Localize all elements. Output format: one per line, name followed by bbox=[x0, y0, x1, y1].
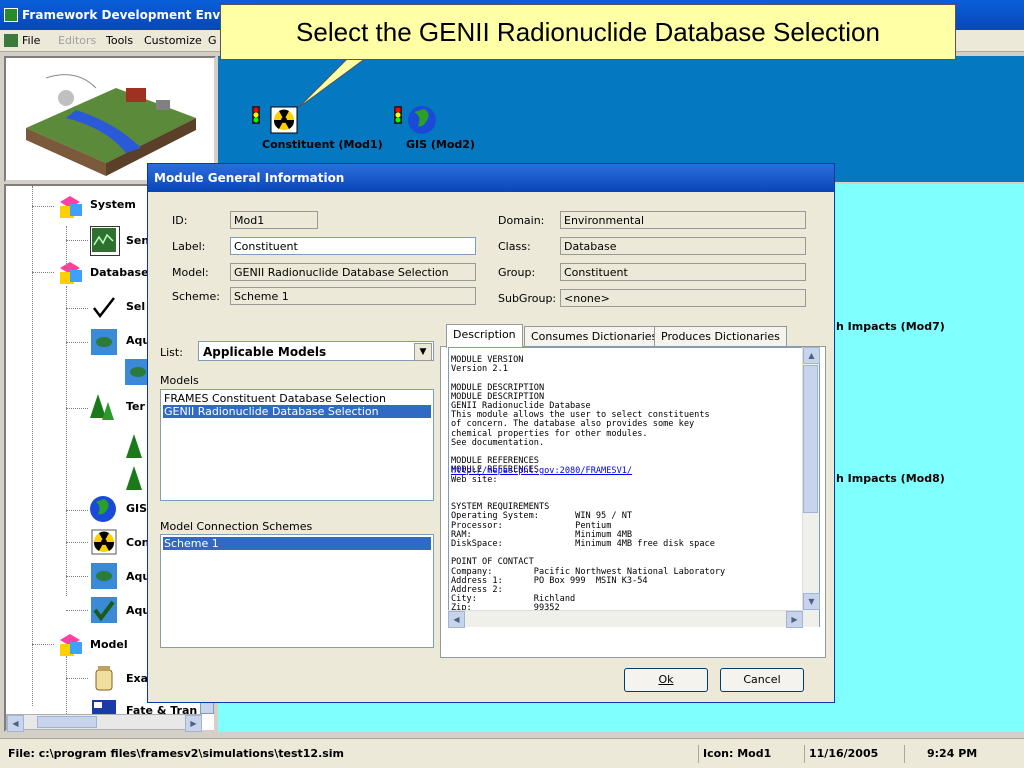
menu-app-icon bbox=[4, 34, 18, 47]
gis-module-globe-icon[interactable] bbox=[406, 104, 438, 136]
list-item-selected[interactable]: Scheme 1 bbox=[163, 537, 431, 550]
id-label: ID: bbox=[172, 214, 188, 227]
landscape-illustration-icon bbox=[26, 74, 196, 176]
sensitivity-chart-icon bbox=[90, 226, 120, 256]
model-group-icon bbox=[56, 630, 84, 658]
aquatic-check-icon bbox=[90, 596, 118, 624]
callout-text: Select the GENII Radionuclide Database S… bbox=[296, 17, 880, 47]
exposure-jar-icon bbox=[90, 664, 118, 692]
instruction-callout: Select the GENII Radionuclide Database S… bbox=[220, 4, 956, 60]
class-field: Database bbox=[560, 237, 806, 255]
model-field: GENII Radionuclide Database Selection bbox=[230, 263, 476, 281]
aquatic-fish-icon bbox=[90, 328, 118, 356]
module-label-mod7[interactable]: h Impacts (Mod7) bbox=[836, 320, 945, 333]
module-label-mod2[interactable]: GIS (Mod2) bbox=[406, 138, 475, 151]
group-label: Group: bbox=[498, 266, 536, 279]
domain-label: Domain: bbox=[498, 214, 545, 227]
tree-item-sel[interactable]: Sel bbox=[126, 300, 145, 313]
tree-hscroll-thumb[interactable] bbox=[37, 716, 97, 728]
scroll-left-icon[interactable]: ◀ bbox=[7, 715, 24, 732]
description-textarea[interactable]: MODULE VERSION Version 2.1 MODULE DESCRI… bbox=[448, 347, 820, 627]
chevron-down-icon[interactable]: ▼ bbox=[414, 343, 432, 361]
tree-item-ter[interactable]: Ter bbox=[126, 400, 145, 413]
status-file-path: File: c:\program files\framesv2\simulati… bbox=[8, 747, 345, 760]
gis-globe-icon bbox=[88, 494, 116, 522]
status-date: 11/16/2005 bbox=[804, 745, 894, 763]
list-item[interactable]: FRAMES Constituent Database Selection bbox=[163, 392, 431, 405]
module-general-information-dialog: Module General Information ID: Mod1 Labe… bbox=[147, 163, 835, 703]
tree-item-sen[interactable]: Sen bbox=[126, 234, 149, 247]
callout-pointer bbox=[290, 57, 370, 110]
scroll-right-icon[interactable]: ▶ bbox=[185, 715, 202, 732]
scroll-right-icon[interactable]: ▶ bbox=[786, 611, 803, 628]
tree-item-model[interactable]: Model bbox=[90, 638, 128, 651]
terrestrial-sub-icon-1 bbox=[120, 432, 148, 460]
scroll-up-icon[interactable]: ▲ bbox=[803, 347, 820, 364]
terrestrial-sub-icon-2 bbox=[120, 464, 148, 492]
class-label: Class: bbox=[498, 240, 531, 253]
tree-item-gis[interactable]: GIS bbox=[126, 502, 147, 515]
list-dropdown-value: Applicable Models bbox=[203, 345, 327, 359]
tree-item-exa[interactable]: Exa bbox=[126, 672, 148, 685]
vscroll-thumb[interactable] bbox=[803, 365, 818, 513]
menu-g[interactable]: G bbox=[208, 34, 217, 47]
label-label: Label: bbox=[172, 240, 206, 253]
app-icon bbox=[4, 8, 18, 22]
status-time: 9:24 PM bbox=[904, 745, 1014, 763]
constituent-radiation-icon bbox=[90, 528, 118, 556]
dialog-title: Module General Information bbox=[154, 171, 345, 185]
model-label: Model: bbox=[172, 266, 209, 279]
aquatic-fish-icon-2 bbox=[90, 562, 118, 590]
menu-editors[interactable]: Editors bbox=[58, 34, 96, 47]
tab-produces-dictionaries[interactable]: Produces Dictionaries bbox=[654, 326, 787, 346]
subgroup-label: SubGroup: bbox=[498, 292, 557, 305]
menu-tools[interactable]: Tools bbox=[106, 34, 133, 47]
window-title: Framework Development Envi bbox=[22, 8, 225, 22]
schemes-label: Model Connection Schemes bbox=[160, 520, 313, 533]
list-dropdown[interactable]: Applicable Models ▼ bbox=[198, 341, 434, 361]
list-label: List: bbox=[160, 346, 183, 359]
tree-item-con[interactable]: Con bbox=[126, 536, 149, 549]
cancel-button[interactable]: Cancel bbox=[720, 668, 804, 692]
traffic-light-icon-1 bbox=[248, 104, 268, 126]
domain-field: Environmental bbox=[560, 211, 806, 229]
checkmark-icon bbox=[90, 294, 118, 322]
description-text: MODULE VERSION Version 2.1 MODULE DESCRI… bbox=[451, 355, 726, 622]
description-horizontal-scrollbar[interactable]: ◀ ▶ bbox=[448, 610, 803, 628]
scheme-field: Scheme 1 bbox=[230, 287, 476, 305]
scroll-left-icon[interactable]: ◀ bbox=[448, 611, 465, 628]
module-label-mod1[interactable]: Constituent (Mod1) bbox=[262, 138, 383, 151]
tree-horizontal-scrollbar[interactable]: ◀ ▶ bbox=[6, 714, 202, 732]
database-group-icon bbox=[56, 258, 84, 286]
tree-item-system[interactable]: System bbox=[90, 198, 136, 211]
id-field: Mod1 bbox=[230, 211, 318, 229]
scroll-down-icon[interactable]: ▼ bbox=[803, 593, 820, 610]
dialog-title-bar: Module General Information bbox=[148, 164, 834, 192]
terrestrial-tree-icon bbox=[86, 392, 114, 420]
tree-item-database[interactable]: Database bbox=[90, 266, 149, 279]
label-input[interactable]: Constituent bbox=[230, 237, 476, 255]
website-link[interactable]: http://mepas.pnl.gov:2080/FRAMESV1/ bbox=[451, 466, 632, 476]
system-icon bbox=[56, 192, 84, 220]
tab-consumes-dictionaries[interactable]: Consumes Dictionaries bbox=[524, 326, 665, 346]
scheme-label: Scheme: bbox=[172, 290, 220, 303]
subgroup-field: <none> bbox=[560, 289, 806, 307]
schemes-listbox[interactable]: Scheme 1 bbox=[160, 534, 434, 648]
module-label-mod8[interactable]: h Impacts (Mod8) bbox=[836, 472, 945, 485]
models-listbox[interactable]: FRAMES Constituent Database Selection GE… bbox=[160, 389, 434, 501]
models-label: Models bbox=[160, 374, 199, 387]
menu-file[interactable]: File bbox=[22, 34, 40, 47]
status-icon: Icon: Mod1 bbox=[698, 745, 794, 763]
list-item-selected[interactable]: GENII Radionuclide Database Selection bbox=[163, 405, 431, 418]
ok-button[interactable]: Ok bbox=[624, 668, 708, 692]
description-vertical-scrollbar[interactable]: ▲ ▼ bbox=[802, 347, 820, 627]
status-bar: File: c:\program files\framesv2\simulati… bbox=[0, 738, 1024, 768]
constituent-module-icon[interactable] bbox=[270, 106, 298, 134]
tab-description[interactable]: Description bbox=[446, 324, 523, 348]
menu-customize[interactable]: Customize bbox=[144, 34, 202, 47]
group-field: Constituent bbox=[560, 263, 806, 281]
